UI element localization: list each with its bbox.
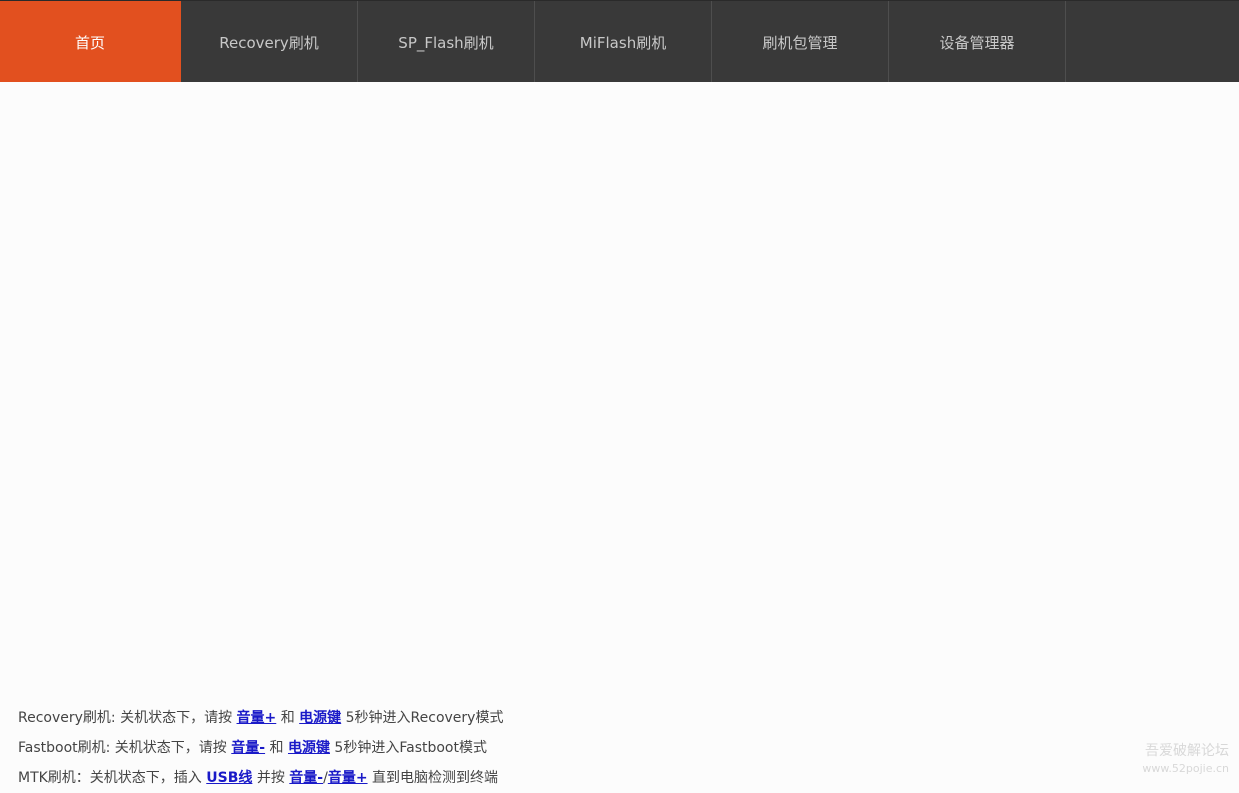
tab-home[interactable]: 首页 [0,1,181,83]
main-content-area [0,82,1239,792]
tab-recovery-flash[interactable]: Recovery刷机 [181,1,358,83]
instructions-panel: Recovery刷机: 关机状态下，请按 音量+ 和 电源键 5秒钟进入Reco… [18,703,503,793]
fastboot-instruction: Fastboot刷机: 关机状态下，请按 音量- 和 电源键 5秒钟进入Fast… [18,733,503,763]
mtk-instruction-and-press: 并按 [252,770,290,786]
watermark: 吾爱破解论坛 www.52pojie.cn [1142,742,1229,778]
volume-down-link-mtk[interactable]: 音量- [289,770,323,786]
fastboot-instruction-prefix: Fastboot刷机: 关机状态下，请按 [18,740,232,756]
tab-sp-flash[interactable]: SP_Flash刷机 [358,1,535,83]
power-key-link[interactable]: 电源键 [299,710,341,726]
mtk-instruction-prefix: MTK刷机：关机状态下，插入 [18,770,207,786]
mtk-instruction-suffix: 直到电脑检测到终端 [367,770,499,786]
recovery-instruction: Recovery刷机: 关机状态下，请按 音量+ 和 电源键 5秒钟进入Reco… [18,703,503,733]
watermark-title: 吾爱破解论坛 [1145,743,1229,759]
watermark-url: www.52pojie.cn [1142,762,1229,775]
volume-up-link[interactable]: 音量+ [237,710,277,726]
mtk-instruction: MTK刷机：关机状态下，插入 USB线 并按 音量-/音量+ 直到电脑检测到终端 [18,763,503,793]
recovery-instruction-and: 和 [276,710,300,726]
recovery-instruction-suffix: 5秒钟进入Recovery模式 [341,710,504,726]
tab-rom-package-manager[interactable]: 刷机包管理 [712,1,889,83]
power-key-link-fastboot[interactable]: 电源键 [288,740,330,756]
fastboot-instruction-suffix: 5秒钟进入Fastboot模式 [329,740,487,756]
usb-cable-link[interactable]: USB线 [206,770,252,786]
top-nav-bar: 首页 Recovery刷机 SP_Flash刷机 MiFlash刷机 刷机包管理… [0,0,1239,83]
volume-down-link[interactable]: 音量- [231,740,265,756]
fastboot-instruction-and: 和 [265,740,288,756]
tab-miflash[interactable]: MiFlash刷机 [535,1,712,83]
volume-up-link-mtk[interactable]: 音量+ [328,770,368,786]
recovery-instruction-prefix: Recovery刷机: 关机状态下，请按 [18,710,237,726]
tab-device-manager[interactable]: 设备管理器 [889,1,1066,83]
